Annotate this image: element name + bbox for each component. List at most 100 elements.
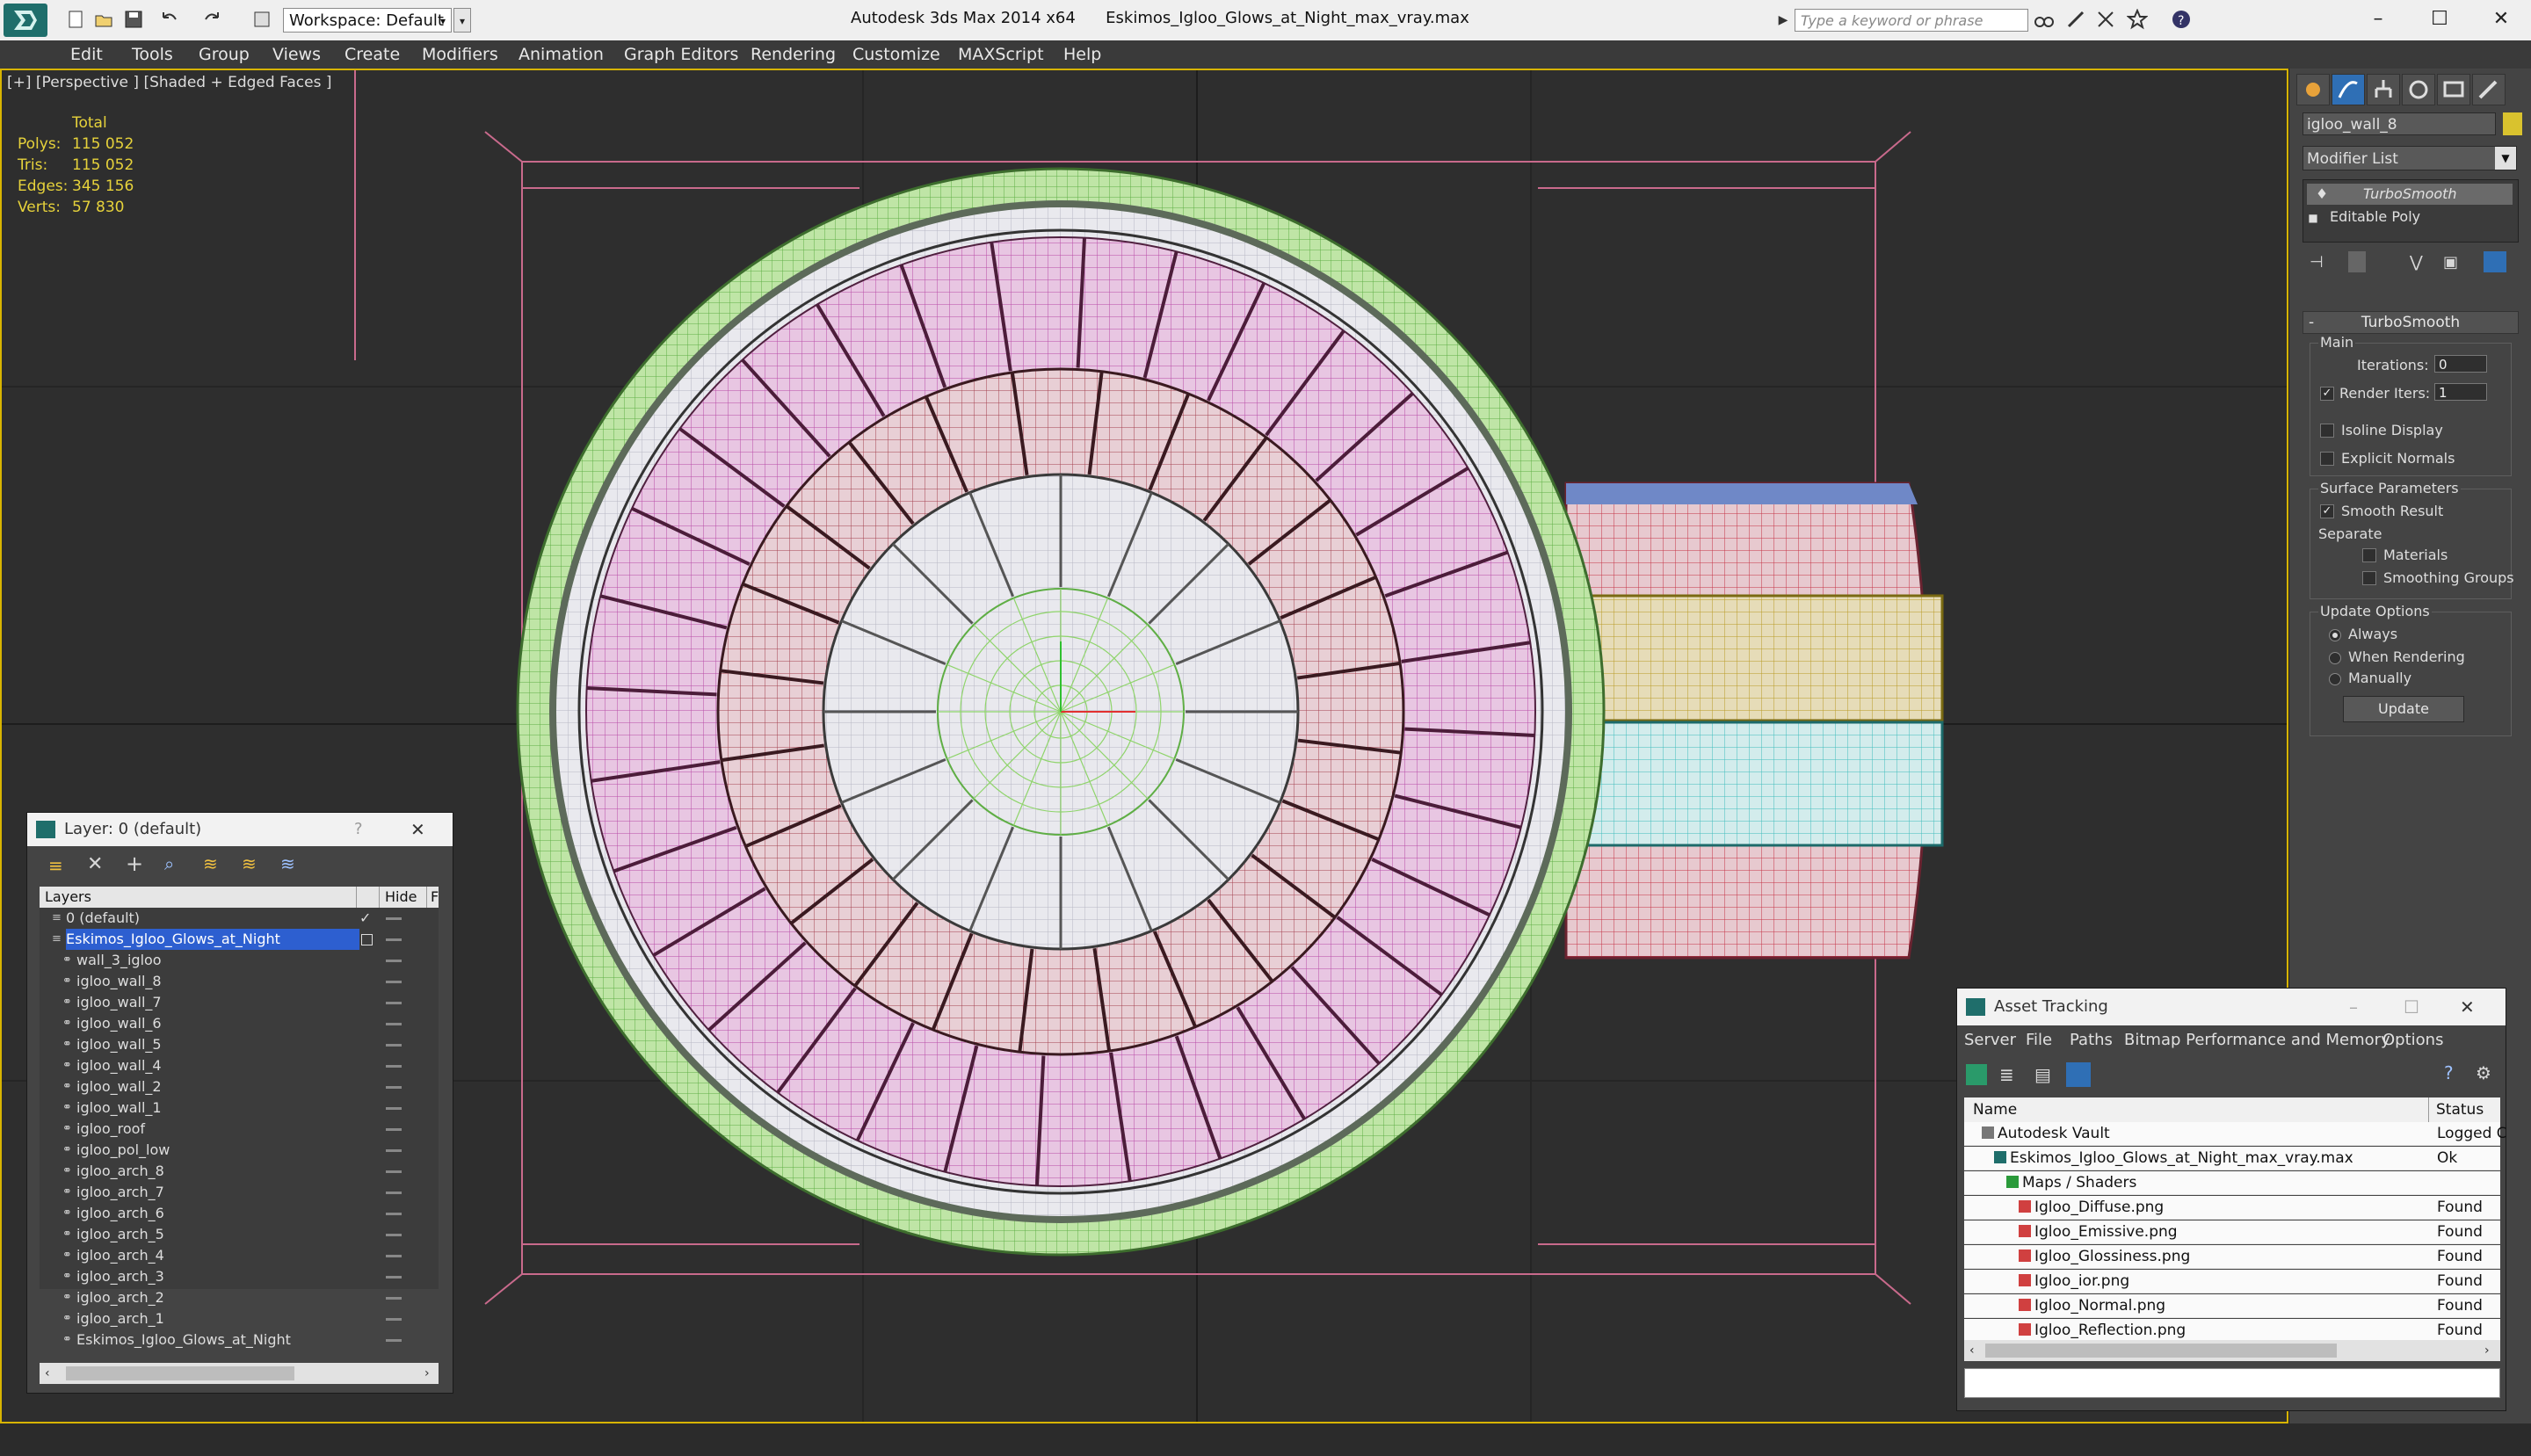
- layer-row[interactable]: ⚭ wall_3_igloo: [40, 950, 439, 971]
- hide-toggle[interactable]: [386, 981, 402, 983]
- hide-toggle[interactable]: [386, 938, 402, 941]
- delete-layer-icon[interactable]: ✕: [87, 853, 103, 875]
- layer-horizontal-scrollbar[interactable]: ‹ ›: [40, 1363, 439, 1384]
- asset-menu-options[interactable]: Options: [2382, 1025, 2443, 1055]
- scroll-left-icon[interactable]: ‹: [45, 1363, 50, 1384]
- layer-row[interactable]: ⚭ igloo_arch_3: [40, 1266, 439, 1287]
- layer-row[interactable]: ≡ Eskimos_Igloo_Glows_at_Night: [40, 929, 439, 950]
- configure-modifier-sets-icon[interactable]: [2484, 251, 2506, 272]
- layer-row[interactable]: ⚭ igloo_arch_5: [40, 1224, 439, 1245]
- pin-stack-icon[interactable]: ⊣: [2310, 253, 2324, 272]
- render-iters-spinner[interactable]: 1: [2434, 383, 2487, 401]
- asset-close-button[interactable]: ✕: [2460, 989, 2475, 1025]
- app-logo-icon[interactable]: [4, 4, 47, 37]
- asset-row[interactable]: Eskimos_Igloo_Glows_at_Night_max_vray.ma…: [1964, 1147, 2500, 1170]
- stack-item-turbosmooth[interactable]: ♦ TurboSmooth: [2307, 184, 2513, 205]
- communication-icon[interactable]: [2095, 9, 2116, 30]
- redo-icon[interactable]: [202, 9, 223, 30]
- asset-menu-bitmap[interactable]: Bitmap Performance and Memory: [2124, 1025, 2390, 1055]
- menu-animation[interactable]: Animation: [519, 40, 604, 69]
- layer-row[interactable]: ⚭ igloo_arch_7: [40, 1182, 439, 1203]
- hide-toggle[interactable]: [386, 1023, 402, 1025]
- menu-create[interactable]: Create: [344, 40, 400, 69]
- isoline-display-checkbox[interactable]: [2320, 424, 2334, 438]
- layer-row[interactable]: ⚭ igloo_wall_7: [40, 992, 439, 1013]
- list-view-icon[interactable]: ≣: [1999, 1064, 2014, 1085]
- layer-window-title-bar[interactable]: Layer: 0 (default) ? ✕: [27, 813, 453, 846]
- modify-tab-icon[interactable]: [2332, 74, 2365, 105]
- hide-toggle[interactable]: [386, 1318, 402, 1321]
- show-end-result-icon[interactable]: [2348, 251, 2366, 272]
- layer-row[interactable]: ⚭ igloo_wall_1: [40, 1097, 439, 1119]
- layer-row[interactable]: ⚭ igloo_arch_1: [40, 1308, 439, 1329]
- new-file-icon[interactable]: [65, 9, 86, 30]
- highlight-layer-icon[interactable]: ≋: [203, 853, 218, 874]
- render-iters-checkbox[interactable]: ✓: [2320, 387, 2334, 401]
- layer-row[interactable]: ⚭ igloo_pol_low: [40, 1140, 439, 1161]
- manually-radio[interactable]: [2329, 673, 2341, 685]
- search-expand-icon[interactable]: ▶: [1775, 9, 1791, 32]
- iterations-spinner[interactable]: 0: [2434, 355, 2487, 373]
- add-to-layer-icon[interactable]: +: [126, 851, 143, 876]
- object-color-swatch[interactable]: [2503, 112, 2522, 135]
- hide-toggle[interactable]: [386, 1170, 402, 1173]
- active-layer-check-icon[interactable]: ✓: [359, 908, 371, 929]
- subscription-icon[interactable]: [2065, 9, 2086, 30]
- layer-row[interactable]: ⚭ igloo_wall_6: [40, 1013, 439, 1034]
- col-freeze[interactable]: F: [426, 887, 439, 908]
- asset-menu-server[interactable]: Server: [1964, 1025, 2016, 1055]
- when-rendering-radio[interactable]: [2329, 652, 2341, 664]
- help-icon[interactable]: ?: [2171, 9, 2192, 30]
- hide-all-icon[interactable]: ≋: [242, 853, 257, 874]
- layer-row[interactable]: ⚭ igloo_arch_4: [40, 1245, 439, 1266]
- layer-close-button[interactable]: ✕: [410, 813, 425, 846]
- binoculars-icon[interactable]: [2034, 9, 2055, 30]
- menu-views[interactable]: Views: [272, 40, 321, 69]
- asset-maximize-button[interactable]: ☐: [2404, 989, 2419, 1025]
- update-button[interactable]: Update: [2343, 696, 2464, 722]
- modifier-list-dropdown[interactable]: Modifier List ▼: [2303, 146, 2517, 170]
- layer-row[interactable]: ⚭ igloo_roof: [40, 1119, 439, 1140]
- hide-toggle[interactable]: [386, 1276, 402, 1279]
- undo-icon[interactable]: [158, 9, 179, 30]
- layer-row[interactable]: ⚭ igloo_wall_4: [40, 1055, 439, 1076]
- layer-row[interactable]: ≡ 0 (default) ✓: [40, 908, 439, 929]
- workspace-menu-button[interactable]: ▾: [453, 8, 471, 33]
- smooth-result-checkbox[interactable]: ✓: [2320, 504, 2334, 518]
- scroll-right-icon[interactable]: ›: [2484, 1340, 2490, 1361]
- create-tab-icon[interactable]: [2296, 74, 2330, 105]
- asset-row[interactable]: Igloo_Normal.png Found: [1964, 1294, 2500, 1318]
- hide-toggle[interactable]: [386, 1234, 402, 1236]
- asset-horizontal-scrollbar[interactable]: ‹ ›: [1964, 1340, 2500, 1361]
- workspace-dropdown[interactable]: Workspace: Default ▾: [283, 8, 452, 33]
- hide-toggle[interactable]: [386, 1213, 402, 1215]
- expand-icon[interactable]: ■: [2307, 207, 2319, 228]
- col-hide[interactable]: Hide: [379, 887, 417, 908]
- asset-row[interactable]: Maps / Shaders: [1964, 1171, 2500, 1195]
- asset-row[interactable]: Igloo_Diffuse.png Found: [1964, 1196, 2500, 1220]
- favorites-star-icon[interactable]: [2126, 8, 2149, 30]
- asset-settings-icon[interactable]: ⚙: [2476, 1062, 2491, 1083]
- close-button[interactable]: ✕: [2475, 4, 2527, 35]
- motion-tab-icon[interactable]: [2402, 74, 2435, 105]
- remove-modifier-icon[interactable]: ▣: [2443, 253, 2458, 272]
- asset-row[interactable]: Igloo_ior.png Found: [1964, 1270, 2500, 1293]
- layer-help-button[interactable]: ?: [354, 813, 363, 846]
- col-layers[interactable]: Layers: [45, 887, 91, 908]
- asset-window-title-bar[interactable]: Asset Tracking – ☐ ✕: [1957, 989, 2506, 1025]
- asset-menu-paths[interactable]: Paths: [2070, 1025, 2113, 1055]
- hide-toggle[interactable]: [386, 1002, 402, 1004]
- scroll-left-icon[interactable]: ‹: [1969, 1340, 1975, 1361]
- scroll-right-icon[interactable]: ›: [424, 1363, 430, 1384]
- smoothing-groups-checkbox[interactable]: [2362, 571, 2376, 585]
- col-name[interactable]: Name: [1973, 1097, 2017, 1122]
- layer-row[interactable]: ⚭ igloo_wall_8: [40, 971, 439, 992]
- refresh-icon[interactable]: [1966, 1064, 1987, 1085]
- select-objects-icon[interactable]: ⌕: [164, 853, 174, 874]
- asset-path-field[interactable]: [1964, 1368, 2500, 1398]
- table-view-icon[interactable]: ▤: [2034, 1064, 2051, 1085]
- layer-row[interactable]: ⚭ igloo_arch_8: [40, 1161, 439, 1182]
- project-folder-icon[interactable]: [251, 9, 272, 30]
- hide-toggle[interactable]: [386, 1044, 402, 1047]
- menu-edit[interactable]: Edit: [70, 40, 103, 69]
